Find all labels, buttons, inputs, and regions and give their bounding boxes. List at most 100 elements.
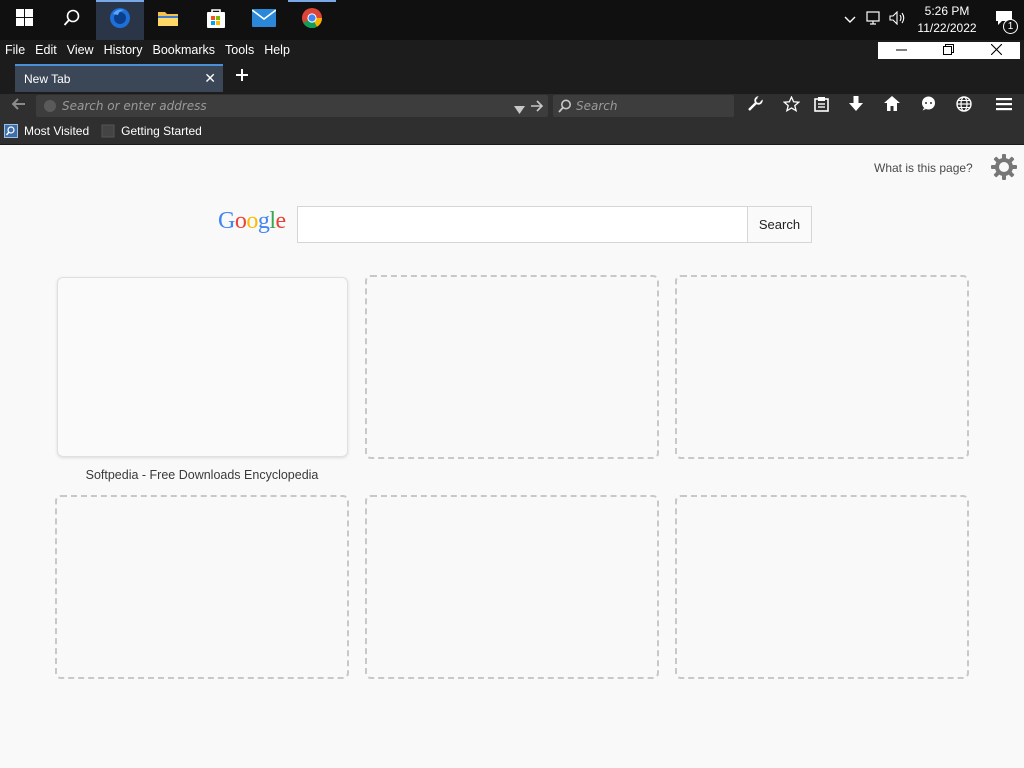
clipboard-icon	[813, 96, 829, 117]
clock-time: 5:26 PM	[924, 4, 970, 18]
google-logo-letter: o	[246, 208, 258, 234]
chat-bubble-icon	[921, 96, 936, 116]
menu-file[interactable]: File	[0, 43, 30, 57]
volume-button[interactable]	[886, 0, 910, 40]
new-tab-button[interactable]	[234, 69, 250, 85]
menu-tools[interactable]: Tools	[220, 43, 259, 57]
menu-view[interactable]: View	[62, 43, 99, 57]
folder-icon	[157, 9, 179, 32]
taskbar-firefox-button[interactable]	[96, 0, 144, 40]
open-menu-button[interactable]	[994, 97, 1014, 115]
home-button[interactable]	[882, 96, 902, 116]
globe-icon	[956, 95, 972, 117]
google-logo-letter: e	[275, 208, 287, 234]
restore-icon	[943, 43, 955, 58]
back-button[interactable]	[10, 98, 28, 114]
address-bar	[36, 95, 548, 117]
taskbar-explorer-button[interactable]	[144, 0, 192, 40]
network-icon	[866, 10, 882, 30]
empty-tile[interactable]	[365, 495, 659, 679]
google-search-button[interactable]: Search	[747, 206, 812, 243]
menu-bookmarks[interactable]: Bookmarks	[147, 43, 220, 57]
close-icon	[990, 43, 1003, 58]
show-hidden-icons-button[interactable]	[838, 0, 862, 40]
firefox-icon	[108, 6, 132, 35]
taskbar-search-button[interactable]	[48, 0, 96, 40]
tab-close-icon[interactable]: ✕	[204, 70, 216, 87]
customize-button[interactable]	[990, 153, 1018, 181]
tools-button[interactable]	[745, 94, 765, 117]
chrome-icon	[301, 7, 323, 34]
empty-tile[interactable]	[55, 495, 349, 679]
language-button[interactable]	[954, 95, 974, 117]
download-arrow-icon	[849, 95, 863, 117]
notification-count-badge: 1	[1003, 19, 1018, 34]
minimize-icon	[896, 44, 908, 58]
store-icon	[205, 7, 227, 34]
speaker-icon	[889, 10, 907, 30]
tab-strip: New Tab ✕	[0, 60, 1024, 94]
url-dropdown-icon[interactable]	[514, 101, 525, 119]
url-input[interactable]	[62, 98, 502, 114]
bookmark-most-visited[interactable]: Most Visited	[4, 124, 89, 138]
action-center-button[interactable]: 1	[984, 0, 1024, 40]
taskbar-mail-button[interactable]	[240, 0, 288, 40]
what-is-this-page-link[interactable]: What is this page?	[874, 161, 973, 175]
chevron-up-icon	[844, 11, 856, 29]
clock[interactable]: 5:26 PM 11/22/2022	[910, 3, 984, 37]
window-controls	[878, 42, 1020, 59]
start-button[interactable]	[0, 0, 48, 40]
search-icon	[63, 9, 81, 32]
downloads-button[interactable]	[846, 95, 866, 117]
minimize-button[interactable]	[878, 42, 925, 59]
bookmark-getting-started[interactable]: Getting Started	[101, 124, 202, 138]
google-search-input[interactable]	[297, 206, 748, 243]
wrench-icon	[747, 94, 764, 117]
google-logo-letter: o	[234, 208, 247, 234]
top-site-title[interactable]: Softpedia - Free Downloads Encyclopedia	[55, 468, 349, 482]
reading-list-button[interactable]	[811, 96, 831, 117]
gear-icon	[990, 154, 1018, 185]
bookmark-label: Getting Started	[121, 124, 202, 138]
empty-tile[interactable]	[675, 275, 969, 459]
empty-tile[interactable]	[365, 275, 659, 459]
most-visited-folder-icon	[4, 124, 18, 138]
google-logo: Google	[218, 208, 286, 235]
menu-bar: File Edit View History Bookmarks Tools H…	[0, 40, 1024, 60]
back-arrow-icon	[11, 97, 26, 115]
mail-icon	[251, 8, 277, 32]
new-tab-page: What is this page? Google Search Softped…	[0, 145, 1024, 768]
search-input[interactable]	[576, 98, 726, 114]
tab-new-tab[interactable]: New Tab ✕	[15, 64, 223, 92]
star-icon	[782, 94, 800, 117]
menu-edit[interactable]: Edit	[30, 43, 62, 57]
home-icon	[884, 96, 900, 116]
taskbar: 5:26 PM 11/22/2022 1	[0, 0, 1024, 40]
bookmark-label: Most Visited	[24, 124, 90, 138]
go-arrow-icon[interactable]	[531, 99, 544, 117]
bookmarks-toolbar: Most Visited Getting Started	[0, 118, 1024, 145]
hamburger-menu-icon	[996, 97, 1012, 116]
menu-history[interactable]: History	[99, 43, 148, 57]
navigation-toolbar	[0, 94, 1024, 118]
page-favicon-icon	[101, 124, 115, 138]
empty-tile[interactable]	[675, 495, 969, 679]
top-site-tile[interactable]	[57, 277, 348, 457]
search-icon[interactable]	[558, 99, 572, 118]
taskbar-store-button[interactable]	[192, 0, 240, 40]
search-bar	[553, 95, 734, 117]
taskbar-chrome-button[interactable]	[288, 0, 336, 40]
plus-icon	[236, 68, 248, 86]
menu-help[interactable]: Help	[259, 43, 295, 57]
close-window-button[interactable]	[973, 42, 1020, 59]
bookmark-star-button[interactable]	[781, 94, 801, 117]
windows-logo-icon	[15, 9, 33, 31]
system-tray: 5:26 PM 11/22/2022 1	[838, 0, 1024, 40]
site-identity-icon[interactable]	[44, 100, 56, 112]
google-logo-letter: G	[218, 208, 235, 234]
network-button[interactable]	[862, 0, 886, 40]
restore-button[interactable]	[925, 42, 972, 59]
tab-label: New Tab	[24, 72, 71, 86]
clock-date: 11/22/2022	[917, 21, 977, 35]
chat-button[interactable]	[918, 96, 938, 116]
